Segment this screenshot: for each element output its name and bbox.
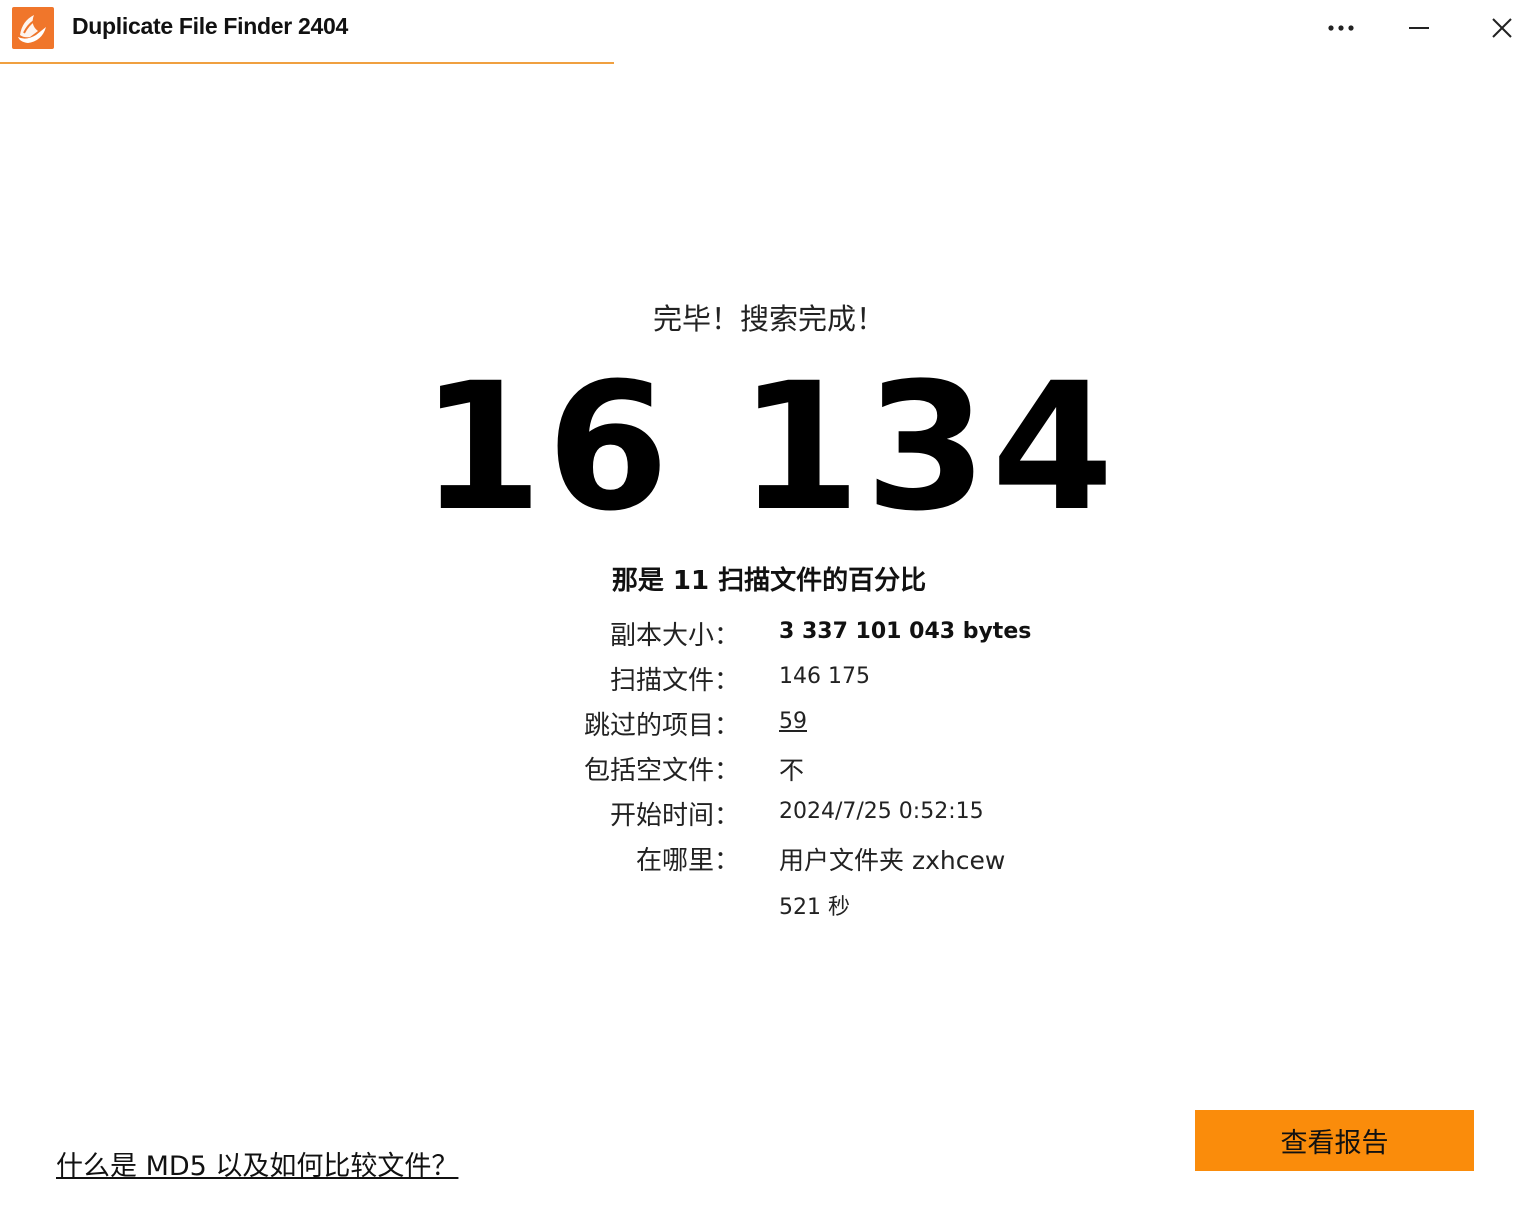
stat-value-include-empty: 不 [779,756,805,785]
stat-label: 扫描文件： [609,666,740,696]
stat-value-scanned-files: 146 175 [779,664,870,689]
stat-row-duplicate-size: 副本大小： 3 337 101 043 bytes [0,615,1538,660]
more-options-button[interactable] [1312,0,1372,56]
md5-help-link[interactable]: 什么是 MD5 以及如何比较文件？ [56,1144,458,1183]
view-report-button[interactable]: 查看报告 [1195,1110,1474,1171]
minimize-icon [1409,27,1429,29]
stat-row-duration: 521 秒 [0,885,1538,930]
title-bar: Duplicate File Finder 2404 [0,0,1538,64]
stat-row-include-empty: 包括空文件： 不 [0,750,1538,795]
stat-value-location: 用户文件夹 zxhcew [779,846,1006,875]
stat-label: 开始时间： [609,801,740,831]
stat-value-start-time: 2024/7/25 0:52:15 [779,799,984,824]
stat-value-duplicate-size: 3 337 101 043 bytes [779,619,1032,644]
stat-label: 在哪里： [635,846,740,876]
close-button[interactable] [1472,0,1532,56]
stat-label: 包括空文件： [583,756,740,786]
app-title: Duplicate File Finder 2404 [72,13,348,39]
skipped-items-link[interactable]: 59 [779,709,807,734]
stat-label: 副本大小： [609,621,740,651]
stat-row-skipped-items: 跳过的项目： 59 [0,705,1538,750]
minimize-button[interactable] [1390,0,1450,56]
stat-value-duration: 521 秒 [779,895,850,920]
more-dots-icon [1328,25,1354,31]
app-logo-icon [12,7,54,49]
duplicate-count: 16 134 [420,345,1118,550]
search-complete-status: 完毕！搜索完成！ [652,302,885,336]
percent-of-scanned-text: 那是 11 扫描文件的百分比 [611,566,927,596]
stat-row-scanned-files: 扫描文件： 146 175 [0,660,1538,705]
title-underline-divider [0,62,614,64]
close-icon [1492,18,1512,38]
stat-label: 跳过的项目： [583,711,740,741]
stat-row-location: 在哪里： 用户文件夹 zxhcew [0,840,1538,885]
app-window: Duplicate File Finder 2404 完毕！搜索完成！ 16 1… [0,0,1538,1225]
stat-row-start-time: 开始时间： 2024/7/25 0:52:15 [0,795,1538,840]
